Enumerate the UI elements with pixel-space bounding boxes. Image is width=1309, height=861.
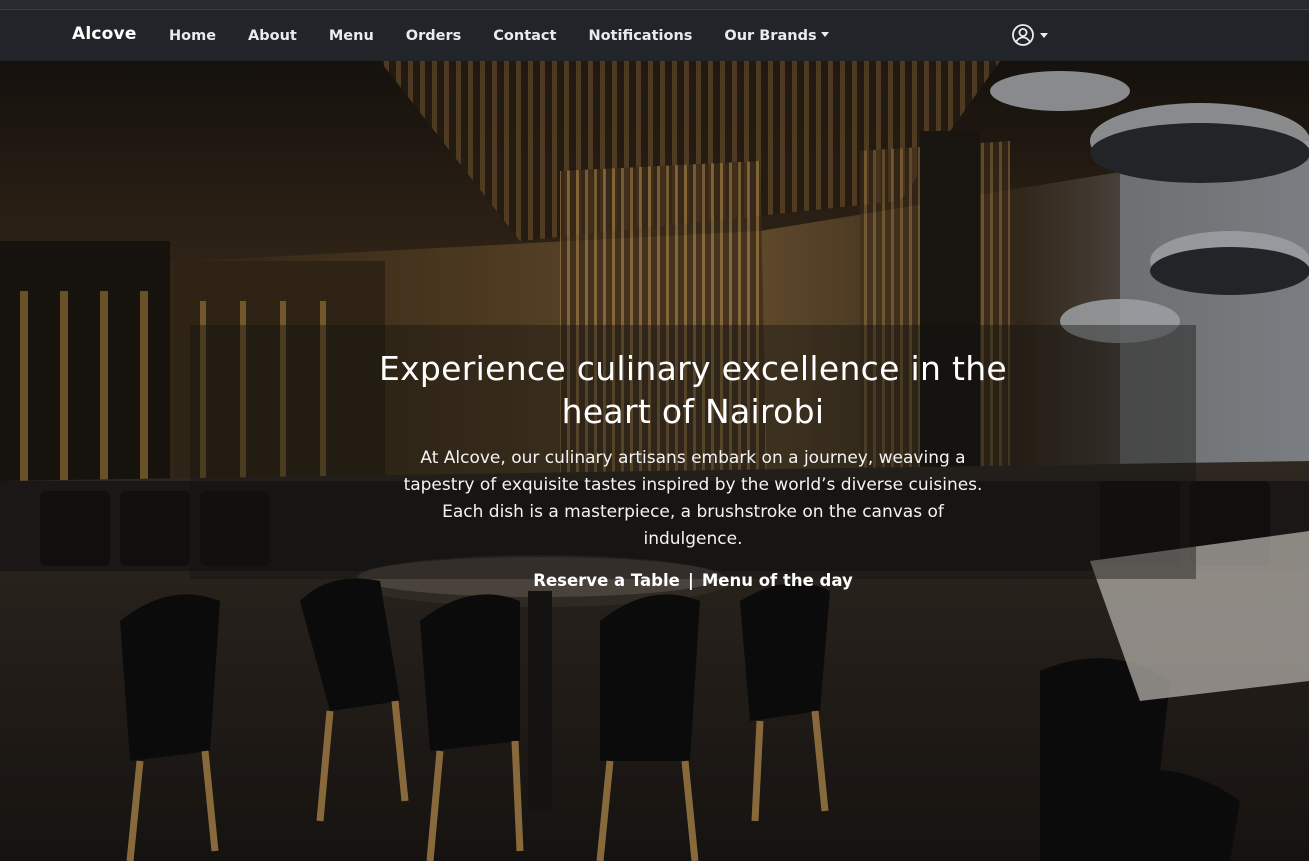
nav-links: Home About Menu Orders Contact Notificat… — [153, 10, 845, 61]
cta-separator: | — [687, 571, 694, 590]
brand-logo[interactable]: Alcove — [72, 24, 137, 44]
hero-caption: Experience culinary excellence in the he… — [190, 325, 1196, 590]
hero-description: At Alcove, our culinary artisans embark … — [403, 448, 983, 549]
user-circle-icon — [1012, 24, 1034, 46]
chevron-down-icon — [820, 31, 829, 37]
nav-link-menu[interactable]: Menu — [313, 28, 390, 44]
nav-dropdown-our-brands[interactable]: Our Brands — [708, 28, 844, 44]
hero-section: Experience culinary excellence in the he… — [0, 61, 1309, 861]
main-navbar: Alcove Home About Menu Orders Contact No… — [0, 10, 1309, 61]
nav-link-contact[interactable]: Contact — [477, 28, 572, 44]
nav-link-orders[interactable]: Orders — [390, 28, 477, 44]
account-dropdown[interactable] — [1011, 23, 1048, 47]
nav-link-about[interactable]: About — [232, 28, 313, 44]
menu-of-the-day-link[interactable]: Menu of the day — [702, 571, 853, 590]
nav-link-notifications[interactable]: Notifications — [572, 28, 708, 44]
chevron-down-icon — [1040, 32, 1048, 38]
hero-title: Experience culinary excellence in the he… — [378, 349, 1008, 431]
nav-link-home[interactable]: Home — [153, 28, 232, 44]
browser-top-strip — [0, 0, 1309, 10]
our-brands-label: Our Brands — [724, 27, 817, 44]
reserve-table-link[interactable]: Reserve a Table — [533, 571, 680, 590]
hero-cta-group: Reserve a Table | Menu of the day — [190, 571, 1196, 590]
